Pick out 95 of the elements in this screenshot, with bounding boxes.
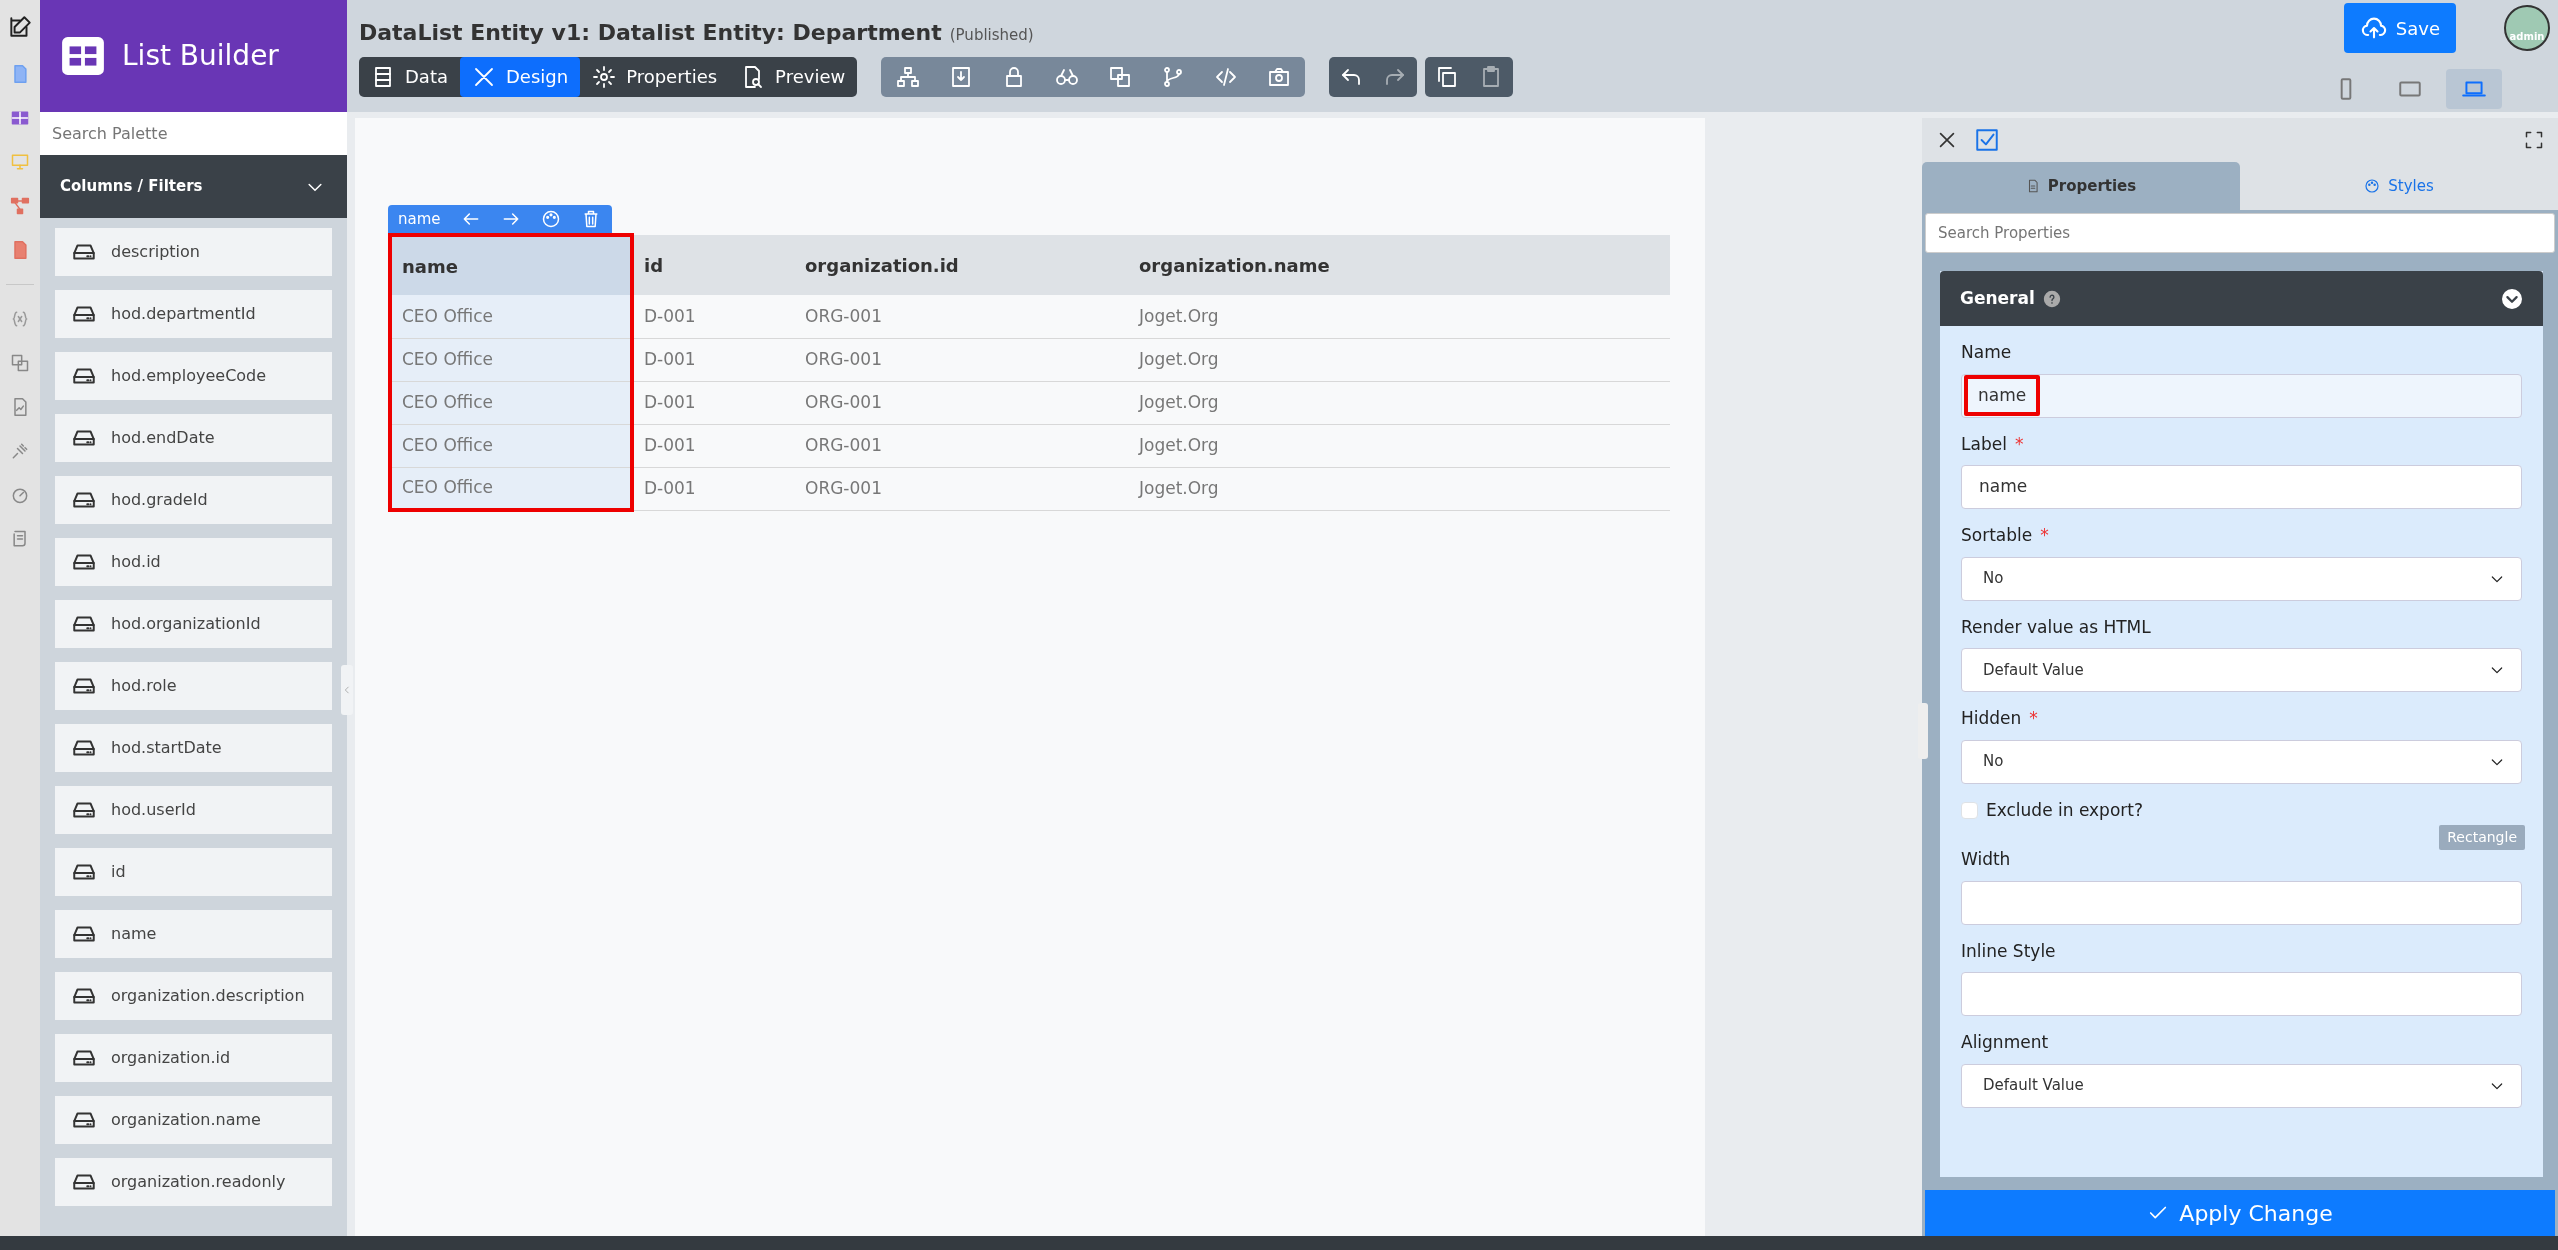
- panel-tab[interactable]: Styles: [2240, 162, 2558, 210]
- hierarchy-icon: [895, 64, 920, 89]
- column-header[interactable]: id: [632, 235, 795, 295]
- grid-icon[interactable]: [10, 108, 30, 128]
- table-cell: ORG-001: [795, 467, 1129, 510]
- checkbox[interactable]: [1961, 801, 1978, 819]
- mode-tab[interactable]: Design: [460, 56, 581, 97]
- table-cell: CEO Office: [390, 467, 632, 510]
- search-field[interactable]: Search Palette: [40, 112, 347, 155]
- tooltip: Rectangle: [2439, 825, 2525, 850]
- table-cell: CEO Office: [390, 338, 632, 381]
- device-button[interactable]: [2446, 69, 2502, 109]
- field-label: Sortable: [1961, 524, 2033, 547]
- field-label: Hidden: [1961, 707, 2022, 730]
- table-cell: Joget.Org: [1129, 338, 1670, 381]
- select-field[interactable]: No: [1961, 739, 2522, 784]
- table-cell: ORG-001: [795, 338, 1129, 381]
- table-cell: Joget.Org: [1129, 381, 1670, 424]
- variable-icon[interactable]: [10, 309, 30, 329]
- mode-tab[interactable]: Data: [359, 56, 460, 97]
- field-label: Label: [1961, 432, 2007, 456]
- input-field[interactable]: [1961, 880, 2522, 925]
- apply-button[interactable]: Apply Change: [1925, 1190, 2555, 1236]
- mode-tab[interactable]: Properties: [580, 56, 730, 97]
- table-cell: D-001: [632, 295, 795, 338]
- palette-icon: [2364, 178, 2381, 194]
- field-label: Name: [1961, 341, 2012, 364]
- table-cell: CEO Office: [390, 424, 632, 467]
- select-field[interactable]: Default Value: [1961, 1063, 2522, 1108]
- table-cell: D-001: [632, 338, 795, 381]
- fullscreen-icon[interactable]: [2524, 130, 2544, 150]
- column-header[interactable]: name: [390, 235, 632, 295]
- palette-item[interactable]: hod.departmentId: [55, 290, 332, 338]
- field-label: Width: [1961, 848, 2011, 871]
- panel-tab[interactable]: Properties: [1922, 162, 2240, 210]
- mode-tab[interactable]: Preview: [729, 56, 858, 97]
- gauge-icon[interactable]: [10, 485, 30, 505]
- section-header[interactable]: General: [1940, 271, 2543, 326]
- palette-item[interactable]: name: [55, 910, 332, 958]
- required-mark: *: [2029, 707, 2038, 730]
- palette-icon[interactable]: [540, 209, 561, 229]
- table-cell: CEO Office: [390, 381, 632, 424]
- save-button[interactable]: Save: [2343, 3, 2456, 53]
- palette-item[interactable]: organization.readonly: [55, 1158, 332, 1206]
- input-field[interactable]: name: [1961, 373, 2522, 418]
- status-label: (Published): [949, 24, 1034, 46]
- palette-item[interactable]: hod.gradeId: [55, 476, 332, 524]
- column-header[interactable]: organization.id: [795, 235, 1129, 295]
- table-cell: D-001: [632, 467, 795, 510]
- palette-item[interactable]: hod.id: [55, 538, 332, 586]
- select-field[interactable]: No: [1961, 556, 2522, 601]
- required-mark: *: [2040, 524, 2049, 547]
- help-icon: [2042, 289, 2061, 308]
- select-field[interactable]: Default Value: [1961, 648, 2522, 692]
- search-field[interactable]: Search Properties: [1925, 213, 2555, 253]
- section-header[interactable]: Columns / Filters: [40, 155, 347, 218]
- palette-item[interactable]: hod.role: [55, 662, 332, 710]
- translate-icon[interactable]: [10, 353, 30, 373]
- checkbox-icon[interactable]: [1974, 127, 2000, 153]
- translate-icon: [1107, 64, 1132, 89]
- page-title: DataList Entity v1: Datalist Entity: Department: [359, 18, 942, 47]
- app-title: List Builder: [122, 38, 279, 74]
- palette-item[interactable]: hod.userId: [55, 786, 332, 834]
- palette-item[interactable]: organization.id: [55, 1034, 332, 1082]
- palette-item[interactable]: description: [55, 228, 332, 276]
- palette-item[interactable]: id: [55, 848, 332, 896]
- column-name: name: [398, 208, 441, 230]
- table-cell: Joget.Org: [1129, 295, 1670, 338]
- resize-handle[interactable]: [1918, 703, 1928, 759]
- table-cell: Joget.Org: [1129, 424, 1670, 467]
- palette-item[interactable]: hod.endDate: [55, 414, 332, 462]
- flow-icon[interactable]: [10, 196, 30, 216]
- edit-icon[interactable]: [7, 14, 33, 40]
- input-field[interactable]: [1961, 972, 2522, 1016]
- palette-item[interactable]: hod.employeeCode: [55, 352, 332, 400]
- palette-item[interactable]: organization.name: [55, 1096, 332, 1144]
- table-cell: CEO Office: [390, 295, 632, 338]
- field-label: Render value as HTML: [1961, 615, 2151, 639]
- table-cell: ORG-001: [795, 424, 1129, 467]
- table-cell: Joget.Org: [1129, 467, 1670, 510]
- collapse-handle[interactable]: [341, 665, 353, 715]
- table-cell: ORG-001: [795, 381, 1129, 424]
- required-mark: *: [2014, 432, 2024, 456]
- field-label: Inline Style: [1961, 939, 2056, 963]
- input-field[interactable]: name: [1961, 465, 2522, 509]
- checkbox-label: Exclude in export?: [1986, 798, 2143, 822]
- palette-item[interactable]: organization.description: [55, 972, 332, 1020]
- field-label: Alignment: [1961, 1031, 2049, 1054]
- table-cell: D-001: [632, 381, 795, 424]
- table-cell: ORG-001: [795, 295, 1129, 338]
- column-header[interactable]: organization.name: [1129, 235, 1670, 295]
- chevron-icon: [342, 683, 352, 697]
- palette-item[interactable]: hod.organizationId: [55, 600, 332, 648]
- table-cell: D-001: [632, 424, 795, 467]
- palette-item[interactable]: hod.startDate: [55, 724, 332, 772]
